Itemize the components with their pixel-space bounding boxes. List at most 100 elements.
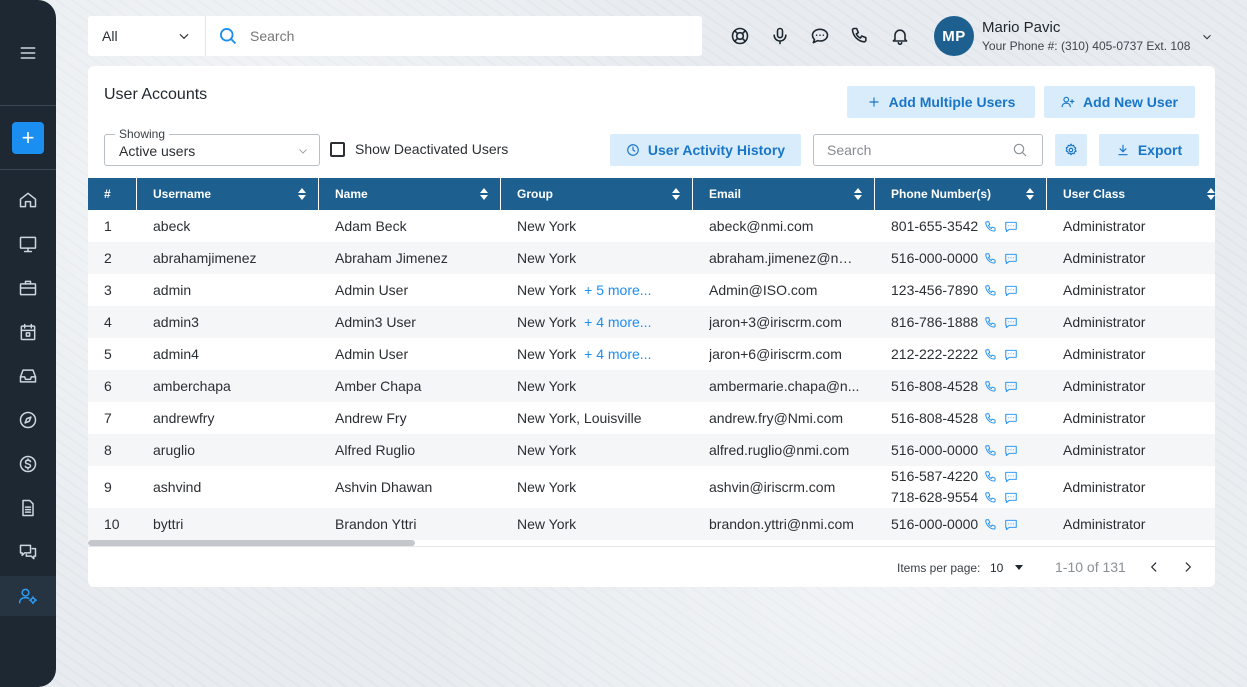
table-row[interactable]: 9 ashvind Ashvin Dhawan New York ashvin@iris… [88, 466, 1215, 508]
username-cell[interactable]: byttri [153, 516, 313, 532]
phone-icon[interactable] [984, 470, 998, 484]
chevron-down-icon[interactable] [1200, 30, 1214, 44]
email-cell[interactable]: Admin@ISO.com [709, 282, 861, 298]
sms-icon[interactable] [1004, 220, 1018, 234]
phone-number[interactable]: 516-808-4528 [891, 410, 978, 426]
phone-number[interactable]: 516-000-0000 [891, 516, 978, 532]
column-header-number[interactable]: # [88, 178, 137, 210]
table-row[interactable]: 2 abrahamjimenez Abraham Jimenez New York ab… [88, 242, 1215, 274]
phone-number[interactable]: 516-000-0000 [891, 442, 978, 458]
email-cell[interactable]: ambermarie.chapa@n... [709, 378, 861, 394]
sidebar-item-messages[interactable] [0, 532, 56, 572]
sms-icon[interactable] [1004, 252, 1018, 266]
more-groups-link[interactable]: + 5 more... [584, 282, 651, 298]
table-row[interactable]: 7 andrewfry Andrew Fry New York, Louisville… [88, 402, 1215, 434]
table-row[interactable]: 3 admin Admin User New York + 5 more... Admin… [88, 274, 1215, 306]
table-row[interactable]: 1 abeck Adam Beck New York abeck@nmi.com 801-… [88, 210, 1215, 242]
phone-icon[interactable] [984, 284, 998, 298]
username-cell[interactable]: admin [153, 282, 313, 298]
user-menu[interactable]: MP Mario Pavic Your Phone #: (310) 405-0… [934, 16, 1190, 56]
phone-icon[interactable] [984, 316, 998, 330]
phone-number[interactable]: 516-808-4528 [891, 378, 978, 394]
username-cell[interactable]: amberchapa [153, 378, 313, 394]
sms-icon[interactable] [1004, 284, 1018, 298]
sidebar-item-dashboard[interactable] [0, 224, 56, 264]
column-header-email[interactable]: Email [693, 178, 875, 210]
sidebar-item-home[interactable] [0, 180, 56, 220]
username-cell[interactable]: admin3 [153, 314, 313, 330]
table-row[interactable]: 10 byttri Brandon Yttri New York brandon.ytt… [88, 508, 1215, 540]
email-cell[interactable]: jaron+3@iriscrm.com [709, 314, 861, 330]
sidebar-item-billing[interactable] [0, 444, 56, 484]
username-cell[interactable]: aruglio [153, 442, 313, 458]
email-cell[interactable]: andrew.fry@Nmi.com [709, 410, 861, 426]
username-cell[interactable]: abrahamjimenez [153, 250, 313, 266]
more-groups-link[interactable]: + 4 more... [584, 346, 651, 362]
phone-number[interactable]: 123-456-7890 [891, 282, 978, 298]
table-settings-button[interactable] [1055, 134, 1087, 166]
sms-icon[interactable] [1004, 518, 1018, 532]
email-cell[interactable]: abraham.jimenez@nm... [709, 250, 861, 266]
sidebar-item-calendar[interactable] [0, 312, 56, 352]
menu-toggle[interactable] [0, 33, 56, 73]
table-search-input[interactable] [827, 135, 1007, 165]
phone-number[interactable]: 718-628-9554 [891, 489, 978, 505]
search-category-select[interactable]: All [88, 16, 206, 56]
items-per-page-select[interactable]: 10 [990, 561, 1003, 575]
phone-number[interactable]: 816-786-1888 [891, 314, 978, 330]
show-deactivated-label[interactable]: Show Deactivated Users [355, 141, 508, 157]
next-page-icon[interactable] [1181, 560, 1195, 574]
sidebar-item-user-settings[interactable] [0, 576, 56, 616]
add-multiple-users-button[interactable]: Add Multiple Users [847, 86, 1035, 118]
sidebar-item-inbox[interactable] [0, 356, 56, 396]
phone-icon[interactable] [984, 444, 998, 458]
add-new-user-button[interactable]: Add New User [1044, 86, 1195, 118]
phone-number[interactable]: 801-655-3542 [891, 218, 978, 234]
username-cell[interactable]: ashvind [153, 479, 313, 495]
column-header-user-class[interactable]: User Class [1047, 178, 1215, 210]
global-search-input[interactable] [250, 16, 702, 56]
phone-icon[interactable] [984, 252, 998, 266]
showing-select[interactable]: Showing Active users [104, 127, 320, 166]
username-cell[interactable]: admin4 [153, 346, 313, 362]
email-cell[interactable]: ashvin@iriscrm.com [709, 479, 861, 495]
sms-icon[interactable] [1004, 491, 1018, 505]
caret-down-icon[interactable] [1015, 565, 1023, 570]
phone-icon[interactable] [984, 220, 998, 234]
phone-number[interactable]: 212-222-2222 [891, 346, 978, 362]
phone-number[interactable]: 516-587-4220 [891, 468, 978, 484]
phone-icon[interactable] [984, 380, 998, 394]
sidebar-item-leads[interactable] [0, 268, 56, 308]
chat-button[interactable] [800, 24, 840, 48]
column-header-group[interactable]: Group [501, 178, 693, 210]
user-activity-history-button[interactable]: User Activity History [610, 134, 801, 166]
table-row[interactable]: 6 amberchapa Amber Chapa New York ambermarie… [88, 370, 1215, 402]
support-button[interactable] [720, 24, 760, 48]
more-groups-link[interactable]: + 4 more... [584, 314, 651, 330]
prev-page-icon[interactable] [1147, 560, 1161, 574]
sms-icon[interactable] [1004, 412, 1018, 426]
email-cell[interactable]: jaron+6@iriscrm.com [709, 346, 861, 362]
phone-icon[interactable] [984, 348, 998, 362]
username-cell[interactable]: abeck [153, 218, 313, 234]
table-row[interactable]: 4 admin3 Admin3 User New York + 4 more... jar… [88, 306, 1215, 338]
sidebar-item-documents[interactable] [0, 488, 56, 528]
export-button[interactable]: Export [1099, 134, 1199, 166]
phone-icon[interactable] [984, 518, 998, 532]
phone-icon[interactable] [984, 491, 998, 505]
table-row[interactable]: 8 aruglio Alfred Ruglio New York alfred.rugl… [88, 434, 1215, 466]
column-header-phone[interactable]: Phone Number(s) [875, 178, 1047, 210]
voice-button[interactable] [760, 24, 800, 48]
sidebar-item-explore[interactable] [0, 400, 56, 440]
sms-icon[interactable] [1004, 470, 1018, 484]
phone-number[interactable]: 516-000-0000 [891, 250, 978, 266]
email-cell[interactable]: alfred.ruglio@nmi.com [709, 442, 861, 458]
column-header-username[interactable]: Username [137, 178, 319, 210]
sms-icon[interactable] [1004, 348, 1018, 362]
column-header-name[interactable]: Name [319, 178, 501, 210]
phone-button[interactable] [840, 24, 880, 48]
quick-add-button[interactable]: + [12, 122, 44, 154]
email-cell[interactable]: brandon.yttri@nmi.com [709, 516, 861, 532]
phone-icon[interactable] [984, 412, 998, 426]
sms-icon[interactable] [1004, 444, 1018, 458]
